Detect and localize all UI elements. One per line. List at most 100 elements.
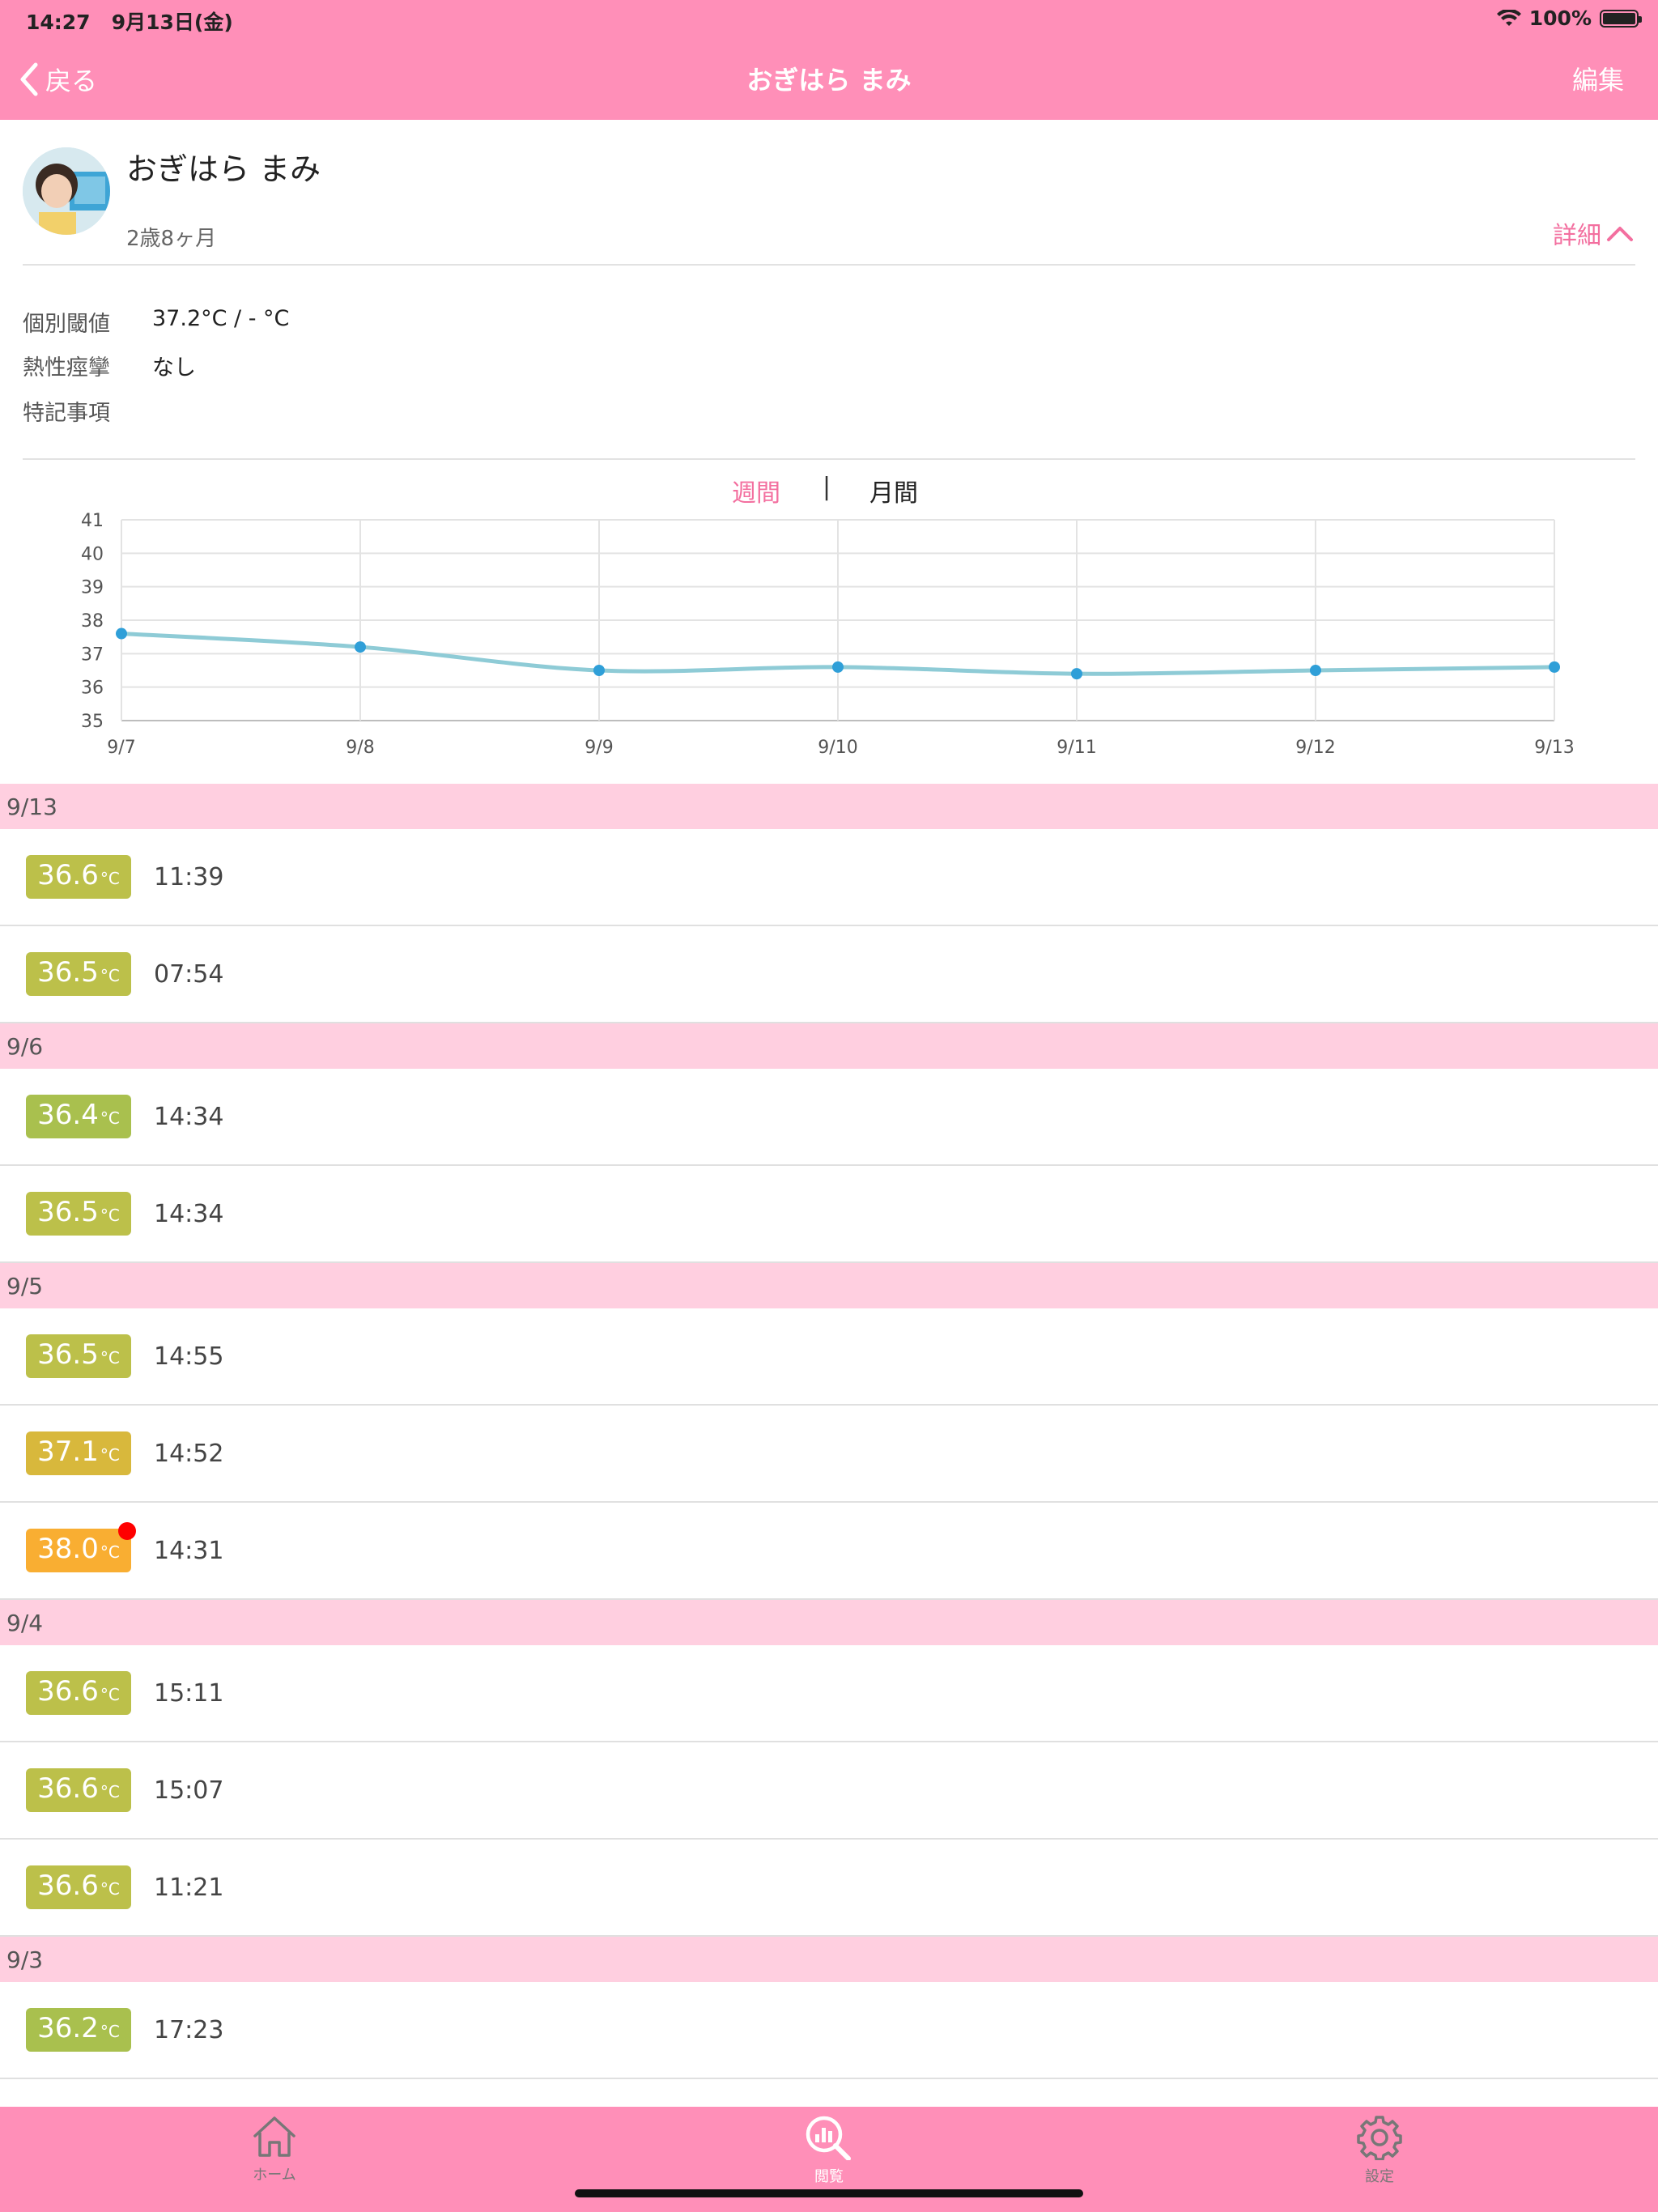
back-label: 戻る: [45, 66, 98, 96]
record-time: 14:52: [154, 1440, 224, 1468]
section-date: 9/13: [6, 793, 57, 820]
status-time: 14:27: [26, 11, 91, 34]
section-header: 9/6: [0, 1023, 1658, 1069]
status-date: 9月13日(金): [111, 11, 233, 34]
record-row[interactable]: 36.6 °C 11:39: [0, 829, 1658, 926]
data-point: [832, 661, 844, 673]
record-row[interactable]: 36.4 °C 14:34: [0, 1069, 1658, 1166]
temperature-unit: °C: [100, 1685, 120, 1704]
status-bar-indicators: 100%: [1496, 6, 1642, 30]
data-point: [593, 665, 605, 676]
record-row[interactable]: 36.5 °C 07:54: [0, 926, 1658, 1023]
tab-view-label: 閲覧: [814, 2168, 844, 2185]
temperature-unit: °C: [100, 1445, 120, 1465]
temperature-value: 36.2: [37, 2012, 99, 2044]
data-point: [116, 627, 127, 640]
record-row[interactable]: 38.0 °C 14:31: [0, 1503, 1658, 1600]
notes-label: 特記事項: [23, 401, 110, 426]
page-title: おぎはら まみ: [746, 65, 912, 96]
record-row[interactable]: 36.5 °C 14:55: [0, 1308, 1658, 1406]
divider: [23, 264, 1635, 266]
data-point: [1071, 668, 1082, 680]
temperature-value: 36.4: [37, 1099, 99, 1131]
temperature-unit: °C: [100, 966, 120, 985]
data-point: [355, 641, 366, 653]
tab-settings[interactable]: 設定: [1315, 2115, 1444, 2186]
temperature-badge: 38.0 °C: [26, 1529, 131, 1572]
x-tick-label: 9/13: [1534, 738, 1574, 758]
temperature-unit: °C: [100, 1348, 120, 1368]
record-time: 14:34: [154, 1103, 224, 1131]
temperature-badge: 37.1 °C: [26, 1431, 131, 1475]
temperature-badge: 36.5 °C: [26, 1334, 131, 1378]
data-point: [1549, 661, 1560, 673]
temperature-badge: 36.5 °C: [26, 952, 131, 996]
record-time: 17:23: [154, 2016, 224, 2044]
temperature-chart: 35 36 37 38 39 40 41 9/7 9/8 9/9 9/10 9/11 9/12 9/13: [81, 511, 1575, 758]
record-row[interactable]: 36.5 °C 14:34: [0, 1166, 1658, 1263]
tab-view[interactable]: 閲覧: [764, 2115, 894, 2186]
edit-button[interactable]: 編集: [1572, 60, 1624, 97]
divider: [23, 458, 1635, 460]
y-tick-label: 35: [81, 712, 104, 732]
febrile-seizure-value: なし: [152, 355, 196, 381]
child-age: 2歳8ヶ月: [126, 227, 217, 251]
record-row[interactable]: 36.6 °C 15:11: [0, 1645, 1658, 1742]
back-button[interactable]: 戻る: [18, 57, 97, 102]
home-icon: [253, 2116, 295, 2157]
nav-bar: 14:27 9月13日(金) 100% 戻る おぎはら まみ 編集: [0, 0, 1658, 120]
record-row[interactable]: 36.2 °C 17:23: [0, 1982, 1658, 2079]
section-header: 9/5: [0, 1263, 1658, 1308]
temperature-unit: °C: [100, 1542, 120, 1562]
battery-percent: 100%: [1528, 6, 1592, 30]
record-time: 11:39: [154, 863, 224, 891]
avatar: [23, 147, 110, 235]
record-time: 14:31: [154, 1537, 224, 1565]
y-tick-label: 37: [81, 644, 104, 665]
febrile-seizure-label: 熱性痙攣: [23, 355, 110, 381]
section-date: 9/3: [6, 1946, 44, 1973]
temperature-value: 36.6: [37, 1772, 99, 1805]
record-row[interactable]: 36.6 °C 15:07: [0, 1742, 1658, 1840]
record-time: 15:07: [154, 1776, 224, 1805]
detail-toggle-button[interactable]: 詳細: [1553, 215, 1634, 251]
temperature-value: 36.5: [37, 1196, 99, 1228]
tab-home[interactable]: ホーム: [210, 2115, 339, 2184]
temperature-unit: °C: [100, 1879, 120, 1899]
x-tick-label: 9/12: [1295, 738, 1335, 758]
section-header: 9/4: [0, 1600, 1658, 1645]
section-header: 9/13: [0, 784, 1658, 829]
y-tick-label: 39: [81, 578, 104, 598]
temperature-value: 36.6: [37, 1870, 99, 1902]
temperature-unit: °C: [100, 1206, 120, 1225]
temperature-value: 36.5: [37, 1338, 99, 1371]
temperature-value: 36.5: [37, 956, 99, 989]
temperature-value: 36.6: [37, 859, 99, 891]
x-tick-label: 9/11: [1056, 738, 1096, 758]
temperature-badge: 36.6 °C: [26, 1768, 131, 1812]
record-row[interactable]: 37.1 °C 14:52: [0, 1406, 1658, 1503]
temperature-value: 36.6: [37, 1675, 99, 1708]
y-tick-label: 41: [81, 511, 104, 531]
child-name: おぎはら まみ: [126, 151, 321, 187]
y-tick-label: 36: [81, 678, 104, 699]
section-header: 9/3: [0, 1937, 1658, 1982]
chevron-left-icon: [20, 62, 38, 96]
tab-home-label: ホーム: [253, 2167, 296, 2184]
section-date: 9/6: [6, 1033, 44, 1060]
section-date: 9/5: [6, 1273, 44, 1300]
record-time: 11:21: [154, 1874, 224, 1902]
record-time: 14:34: [154, 1200, 224, 1228]
wifi-icon: [1496, 9, 1521, 26]
record-time: 14:55: [154, 1342, 224, 1371]
record-row[interactable]: 36.6 °C 11:21: [0, 1840, 1658, 1937]
temperature-badge: 36.6 °C: [26, 1671, 131, 1715]
y-tick-label: 38: [81, 611, 104, 632]
detail-label: 詳細: [1553, 222, 1601, 250]
temperature-unit: °C: [100, 869, 120, 888]
threshold-label: 個別閾値: [23, 312, 110, 337]
chevron-up-icon: [1607, 227, 1633, 241]
record-time: 07:54: [154, 960, 224, 989]
temperature-unit: °C: [100, 1108, 120, 1128]
threshold-value: 37.2°C / - °C: [152, 306, 290, 331]
